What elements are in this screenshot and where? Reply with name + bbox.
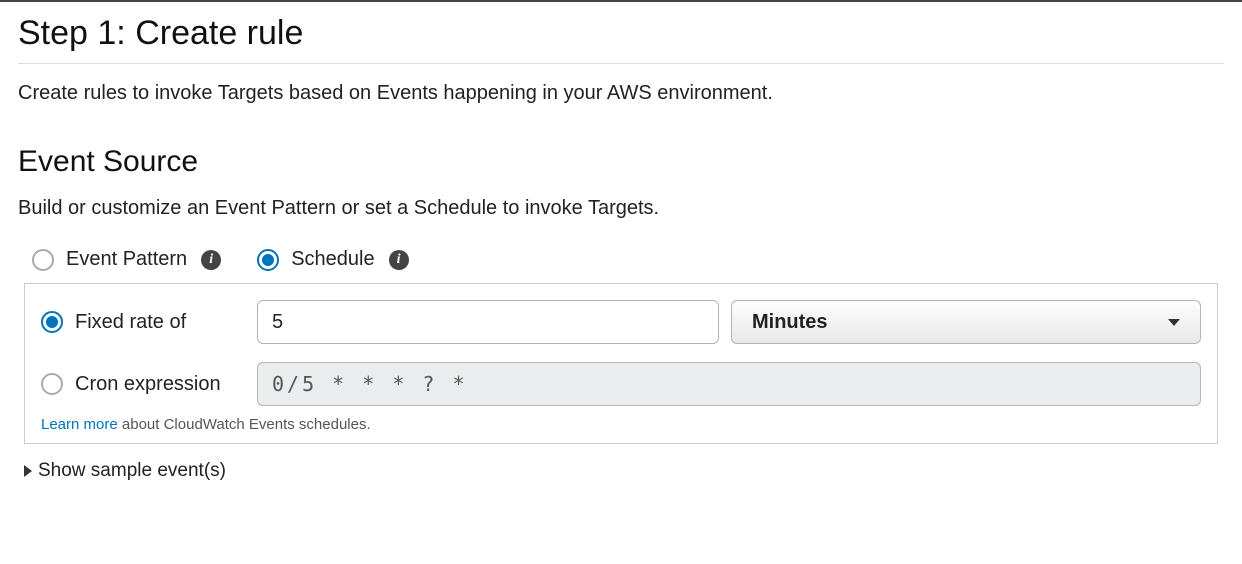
cron-radio[interactable]	[41, 373, 63, 395]
schedule-info-icon[interactable]: i	[389, 250, 409, 270]
event-pattern-label[interactable]: Event Pattern	[66, 248, 187, 271]
event-pattern-info-icon[interactable]: i	[201, 250, 221, 270]
chevron-down-icon	[1168, 319, 1180, 326]
event-pattern-radio[interactable]	[32, 249, 54, 271]
fixed-rate-unit-value: Minutes	[752, 311, 828, 334]
fixed-rate-input[interactable]	[257, 300, 719, 344]
show-sample-events-label: Show sample event(s)	[38, 460, 226, 482]
event-source-description: Build or customize an Event Pattern or s…	[18, 197, 1224, 220]
page-description: Create rules to invoke Targets based on …	[18, 82, 1224, 105]
show-sample-events-toggle[interactable]: Show sample event(s)	[24, 460, 1224, 482]
learn-more-text: about CloudWatch Events schedules.	[118, 416, 371, 433]
fixed-rate-radio[interactable]	[41, 311, 63, 333]
cron-row: Cron expression	[41, 362, 1201, 406]
learn-more-link[interactable]: Learn more	[41, 416, 118, 433]
schedule-radio[interactable]	[257, 249, 279, 271]
fixed-rate-label[interactable]: Fixed rate of	[75, 311, 245, 334]
learn-more-row: Learn more about CloudWatch Events sched…	[41, 416, 1201, 433]
cron-input	[257, 362, 1201, 406]
schedule-label[interactable]: Schedule	[291, 248, 374, 271]
event-source-heading: Event Source	[18, 145, 1224, 179]
cron-label[interactable]: Cron expression	[75, 373, 245, 396]
fixed-rate-row: Fixed rate of Minutes	[41, 300, 1201, 344]
source-type-radio-group: Event Pattern i Schedule i	[18, 248, 1224, 271]
fixed-rate-unit-select[interactable]: Minutes	[731, 300, 1201, 344]
schedule-config-panel: Fixed rate of Minutes Cron expression Le…	[24, 283, 1218, 444]
disclosure-triangle-icon	[24, 465, 32, 477]
page-title: Step 1: Create rule	[18, 14, 1224, 64]
